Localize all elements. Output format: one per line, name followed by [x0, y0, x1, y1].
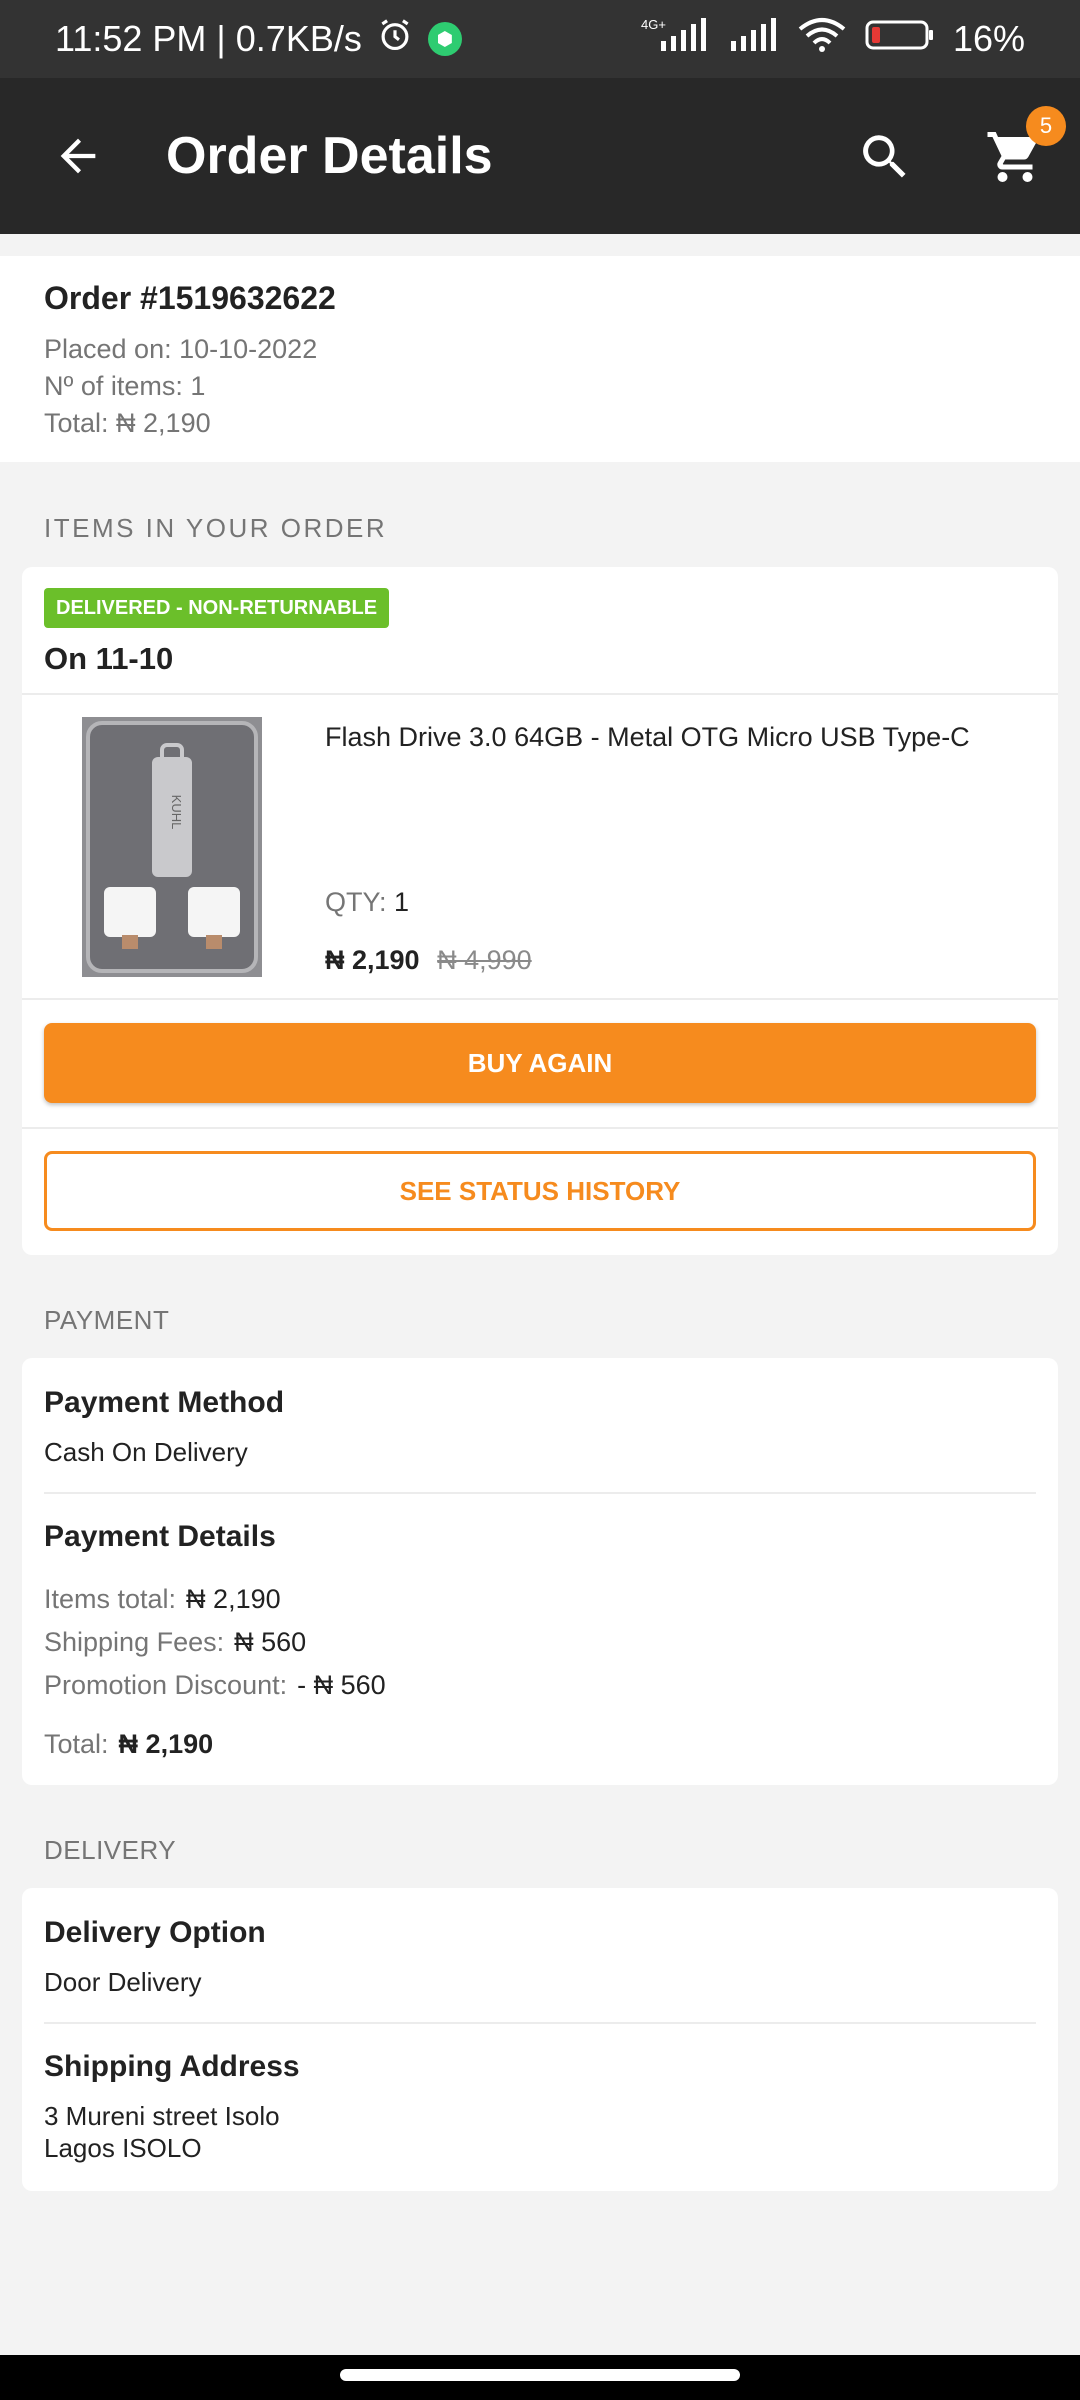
- wifi-icon: [797, 17, 847, 62]
- promotion-discount-row: Promotion Discount: - ₦ 560: [44, 1670, 386, 1701]
- delivery-section-label: DELIVERY: [44, 1835, 177, 1865]
- battery-icon: [865, 17, 935, 62]
- status-bar: 11:52 PM | 0.7KB/s 4G+ 16%: [0, 0, 1080, 78]
- payment-section-label: PAYMENT: [44, 1305, 170, 1335]
- payment-total-value: ₦ 2,190: [118, 1729, 214, 1759]
- shipping-fees-label: Shipping Fees:: [44, 1627, 225, 1657]
- shipping-address-line-2: Lagos ISOLO: [44, 2133, 202, 2163]
- order-total: Total: ₦ 2,190: [44, 408, 211, 438]
- order-placed-date: Placed on: 10-10-2022: [44, 334, 318, 364]
- battery-percent: 16%: [952, 18, 1025, 59]
- product-name[interactable]: Flash Drive 3.0 64GB - Metal OTG Micro U…: [325, 722, 970, 753]
- payment-details-title: Payment Details: [44, 1520, 276, 1553]
- cart-count-badge: 5: [1026, 106, 1066, 146]
- system-nav-bar: [0, 2355, 1080, 2400]
- search-icon: [863, 135, 906, 178]
- original-price: ₦ 4,990: [437, 945, 532, 975]
- items-total-row: Items total: ₦ 2,190: [44, 1584, 281, 1615]
- order-summary: Order #1519632622 Placed on: 10-10-2022 …: [0, 256, 1080, 462]
- back-button[interactable]: [28, 106, 128, 206]
- cart-button[interactable]: 5: [970, 106, 1066, 202]
- divider: [44, 1492, 1036, 1494]
- items-total-label: Items total:: [44, 1584, 177, 1614]
- current-price: ₦ 2,190: [325, 945, 420, 975]
- qty-label: QTY:: [325, 887, 387, 917]
- see-status-history-button[interactable]: SEE STATUS HISTORY: [44, 1151, 1036, 1231]
- signal-icon: 4G+: [641, 17, 711, 62]
- divider: [22, 1127, 1058, 1129]
- delivery-option-title: Delivery Option: [44, 1916, 266, 1949]
- product-price: ₦ 2,190 ₦ 4,990: [325, 945, 532, 976]
- payment-method-title: Payment Method: [44, 1386, 285, 1419]
- shipping-fees-row: Shipping Fees: ₦ 560: [44, 1627, 306, 1658]
- qty-value: 1: [394, 887, 410, 917]
- shipping-address-title: Shipping Address: [44, 2050, 300, 2083]
- order-items-count: Nº of items: 1: [44, 371, 206, 401]
- order-number: Order #1519632622: [44, 280, 336, 316]
- items-section-label: ITEMS IN YOUR ORDER: [44, 513, 388, 543]
- search-button[interactable]: [840, 112, 930, 202]
- product-image[interactable]: KUHL: [82, 717, 262, 977]
- home-gesture-handle[interactable]: [340, 2369, 740, 2381]
- app-shield-icon: [427, 22, 462, 56]
- payment-card: Payment Method Cash On Delivery Payment …: [22, 1358, 1058, 1785]
- product-quantity: QTY: 1: [325, 887, 409, 918]
- delivery-card: Delivery Option Door Delivery Shipping A…: [22, 1888, 1058, 2191]
- payment-total-label: Total:: [44, 1729, 109, 1759]
- items-total-value: ₦ 2,190: [186, 1584, 281, 1614]
- delivery-option-value: Door Delivery: [44, 1967, 202, 1997]
- divider: [44, 2022, 1036, 2024]
- network-type: 4G+: [641, 17, 666, 32]
- status-badge: DELIVERED - NON-RETURNABLE: [44, 588, 390, 628]
- payment-total-row: Total: ₦ 2,190: [44, 1729, 213, 1760]
- payment-method-value: Cash On Delivery: [44, 1437, 248, 1467]
- divider: [22, 998, 1058, 1000]
- delivered-date: On 11-10: [44, 641, 174, 676]
- page-title: Order Details: [166, 127, 493, 185]
- back-arrow-icon: [60, 138, 96, 174]
- alarm-icon: [376, 16, 414, 63]
- shipping-address-line-1: 3 Mureni street Isolo: [44, 2101, 280, 2131]
- signal-icon: [729, 17, 779, 62]
- app-bar: Order Details 5: [0, 78, 1080, 234]
- divider: [22, 693, 1058, 695]
- promotion-discount-value: - ₦ 560: [297, 1670, 386, 1700]
- shipping-fees-value: ₦ 560: [234, 1627, 307, 1657]
- status-time: 11:52 PM | 0.7KB/s: [55, 18, 362, 59]
- buy-again-button[interactable]: BUY AGAIN: [44, 1023, 1036, 1103]
- order-item-card: DELIVERED - NON-RETURNABLE On 11-10 KUHL…: [22, 567, 1058, 1255]
- promotion-discount-label: Promotion Discount:: [44, 1670, 288, 1700]
- product-brand-text: KUHL: [169, 795, 184, 830]
